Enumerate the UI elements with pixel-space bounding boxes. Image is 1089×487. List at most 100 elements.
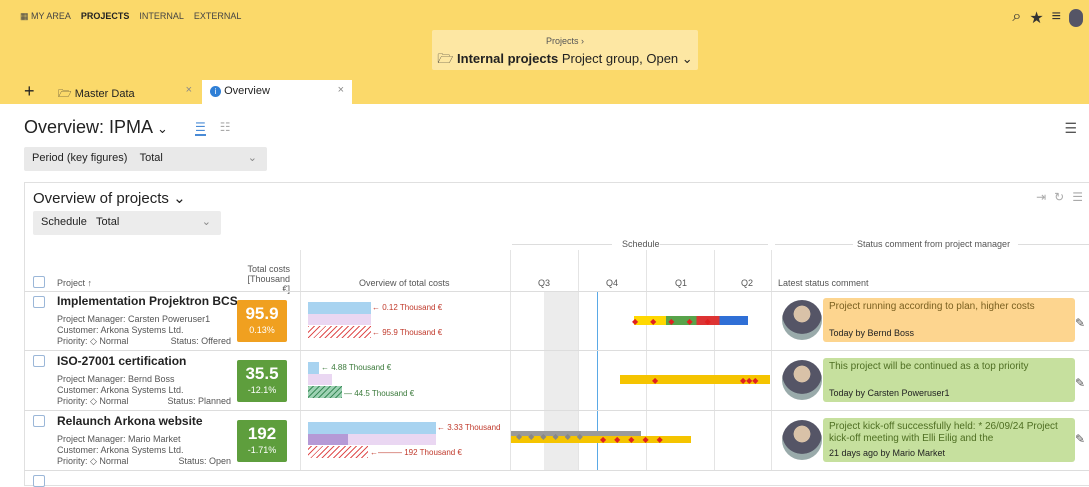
cost-label: — 44.5 Thousand € <box>344 389 415 398</box>
project-title[interactable]: Implementation Projektron BCS <box>57 294 238 308</box>
edit-icon[interactable]: ✎ <box>1075 316 1085 330</box>
cost-label: ← 95.9 Thousand € <box>372 328 443 337</box>
chevron-down-icon: ⌄ <box>173 190 186 207</box>
cost-bar-forecast <box>308 386 342 398</box>
avatar <box>782 360 822 400</box>
table-view-icon[interactable]: ☷ <box>220 120 231 136</box>
tab-overview[interactable]: i Overview × <box>202 80 352 104</box>
divider <box>660 244 768 245</box>
divider <box>24 291 1089 292</box>
cost-kpi-badge: 35.5 -12.1% <box>237 360 287 402</box>
tab-master-data[interactable]: 🗁 Master Data × <box>50 80 200 104</box>
quarter-label: Q3 <box>538 278 551 288</box>
project-group-selector[interactable]: Projects › 🗁 Internal projects Project g… <box>432 30 698 70</box>
export-icon[interactable]: ⇥ <box>1036 190 1046 204</box>
cost-kpi-badge: 192 -1.71% <box>237 420 287 462</box>
cost-label: ← 4.88 Thousand € <box>321 363 392 372</box>
divider <box>24 470 1089 471</box>
info-icon: i <box>210 86 221 97</box>
project-meta: Project Manager: Mario Market Customer: … <box>57 434 231 466</box>
divider <box>771 250 772 470</box>
quarter-label: Q4 <box>606 278 619 288</box>
divider <box>714 250 715 470</box>
project-meta: Project Manager: Bernd Boss Customer: Ar… <box>57 374 231 406</box>
avatar[interactable] <box>1069 9 1083 27</box>
menu-icon[interactable]: ≡ <box>1052 8 1061 28</box>
page-title[interactable]: Overview: IPMA ⌄ <box>24 117 168 138</box>
divider <box>24 350 1089 351</box>
schedule-filter[interactable]: Schedule Total ⌄ <box>33 211 221 235</box>
divider <box>1018 244 1089 245</box>
status-group-header: Status comment from project manager <box>857 239 1011 249</box>
edit-icon[interactable]: ✎ <box>1075 432 1085 446</box>
top-navigation: ▦ MY AREA PROJECTS INTERNAL EXTERNAL <box>20 11 241 22</box>
cost-bar-actual <box>308 302 371 314</box>
chevron-down-icon: ⌄ <box>247 152 257 164</box>
row-checkbox[interactable] <box>33 415 45 427</box>
cost-bar-planned <box>308 314 371 325</box>
grid-icon: ▦ <box>20 11 32 21</box>
divider <box>775 244 853 245</box>
folder-icon: 🗁 <box>437 51 454 66</box>
search-icon[interactable]: ⌕ <box>1012 8 1021 28</box>
row-checkbox[interactable] <box>33 475 45 487</box>
chevron-down-icon: ⌄ <box>201 216 211 228</box>
column-header-latest-comment[interactable]: Latest status comment <box>778 278 869 288</box>
avatar <box>782 300 822 340</box>
cost-bar-forecast <box>308 326 371 338</box>
panel-title[interactable]: Overview of projects ⌄ <box>33 189 186 207</box>
milestone-icon: ◆◆◆◆◆ <box>600 435 671 444</box>
period-filter[interactable]: Period (key figures) Total ⌄ <box>24 147 267 171</box>
chevron-down-icon: ⌄ <box>157 121 168 136</box>
add-tab-button[interactable]: + <box>24 81 35 102</box>
status-comment[interactable]: Project running according to plan, highe… <box>823 298 1075 342</box>
view-switcher: ☰ ☷ <box>195 120 231 136</box>
breadcrumb[interactable]: Projects › <box>432 36 698 46</box>
column-header-overview-costs[interactable]: Overview of total costs <box>359 278 450 288</box>
row-checkbox[interactable] <box>33 296 45 308</box>
project-meta: Project Manager: Carsten Poweruser1 Cust… <box>57 314 231 346</box>
status-comment[interactable]: This project will be continued as a top … <box>823 358 1075 402</box>
cost-bar-forecast <box>308 446 368 458</box>
top-icons: ⌕ ★ ≡ <box>1012 8 1083 28</box>
status-comment[interactable]: Project kick-off successfully held: * 26… <box>823 418 1075 462</box>
schedule-group-header: Schedule <box>622 239 660 249</box>
avatar <box>782 420 822 460</box>
row-checkbox[interactable] <box>33 355 45 367</box>
cost-bar-planned <box>308 434 348 445</box>
folder-icon: 🗁 <box>58 88 75 100</box>
today-line <box>597 292 598 470</box>
settings-sliders-icon[interactable]: ☰ <box>1064 120 1077 137</box>
project-group-detail: Project group, Open <box>561 51 679 66</box>
nav-my-area[interactable]: ▦ MY AREA <box>20 11 71 22</box>
cost-bar-planned <box>348 434 436 445</box>
column-header-project[interactable]: Project ↑ <box>57 278 92 288</box>
select-all-checkbox[interactable] <box>33 276 45 288</box>
project-group-name: Internal projects <box>457 51 559 66</box>
project-title[interactable]: ISO-27001 certification <box>57 354 186 368</box>
quarter-label: Q1 <box>675 278 688 288</box>
project-title[interactable]: Relaunch Arkona website <box>57 414 203 428</box>
divider <box>512 244 612 245</box>
milestone-icon: ◆◆◆◆◆◆ <box>516 432 589 441</box>
gantt-view-icon[interactable]: ☰ <box>195 120 206 136</box>
settings-sliders-icon[interactable]: ☰ <box>1072 190 1083 204</box>
refresh-icon[interactable]: ↻ <box>1054 190 1064 204</box>
cost-label: ←——— 192 Thousand € <box>370 448 462 457</box>
close-icon[interactable]: × <box>338 84 344 96</box>
close-icon[interactable]: × <box>186 84 192 96</box>
nav-internal[interactable]: INTERNAL <box>139 11 184 22</box>
divider <box>300 250 301 470</box>
panel-actions: ⇥ ↻ ☰ <box>1036 190 1083 204</box>
nav-projects[interactable]: PROJECTS <box>81 11 130 22</box>
milestone-icon: ◆◆◆◆◆ <box>632 317 723 326</box>
quarter-label: Q2 <box>741 278 754 288</box>
cost-bar-planned <box>308 374 332 385</box>
cost-kpi-badge: 95.9 0.13% <box>237 300 287 342</box>
edit-icon[interactable]: ✎ <box>1075 376 1085 390</box>
column-header-total-costs[interactable]: Total costs [Thousand €] <box>242 264 290 294</box>
star-icon[interactable]: ★ <box>1029 8 1043 28</box>
cost-label: ← 0.12 Thousand € <box>372 303 443 312</box>
schedule-shading <box>544 292 578 470</box>
nav-external[interactable]: EXTERNAL <box>194 11 242 22</box>
